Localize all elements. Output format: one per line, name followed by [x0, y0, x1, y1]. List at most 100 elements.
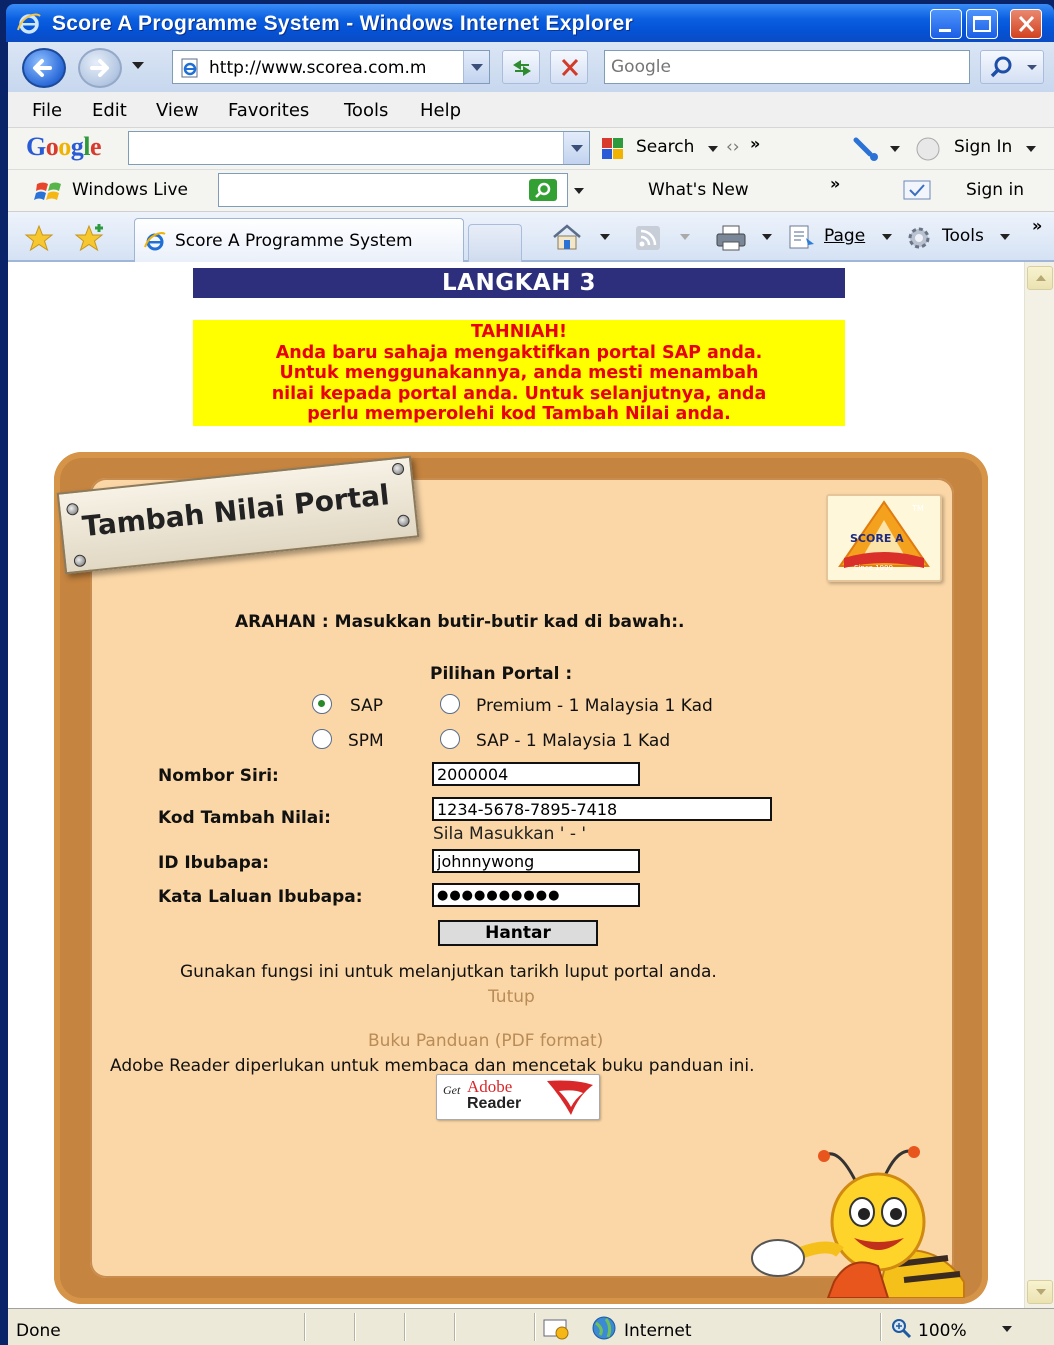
window-title: Score A Programme System - Windows Inter…	[52, 12, 633, 35]
live-more-chevron[interactable]: »	[830, 174, 840, 193]
close-link[interactable]: Tutup	[488, 987, 535, 1007]
congrats-line-1: TAHNIAH!	[470, 322, 568, 342]
browser-window: Score A Programme System - Windows Inter…	[0, 0, 1054, 1345]
stop-button[interactable]	[550, 50, 588, 84]
browser-chrome: http://www.scorea.com.m File Edit View F…	[8, 42, 1054, 262]
forward-button[interactable]	[78, 48, 122, 88]
page-icon	[181, 58, 198, 78]
protected-mode-icon[interactable]	[542, 1317, 572, 1341]
scroll-down-button[interactable]	[1027, 1280, 1053, 1304]
status-separator	[454, 1313, 455, 1341]
google-sign-in-caret[interactable]	[1026, 146, 1036, 152]
minimize-button[interactable]	[930, 9, 962, 39]
menu-view[interactable]: View	[156, 100, 199, 121]
google-search-box[interactable]	[128, 131, 590, 165]
google-more-chevron[interactable]: »	[750, 134, 760, 153]
maximize-icon	[973, 16, 991, 32]
add-favorites-icon[interactable]	[74, 224, 106, 252]
page-viewport: LANGKAH 3 TAHNIAH! Anda baru sahaja meng…	[8, 262, 1054, 1308]
search-go-button[interactable]	[980, 50, 1044, 84]
radio-sap-1malaysia[interactable]	[440, 729, 460, 749]
status-separator	[880, 1313, 881, 1341]
radio-sap-1malaysia-label[interactable]: SAP - 1 Malaysia 1 Kad	[476, 731, 670, 751]
live-search-caret[interactable]	[574, 188, 584, 194]
windows-live-toolbar: Windows Live What's New » Sign in	[8, 170, 1054, 212]
menu-help[interactable]: Help	[420, 100, 461, 121]
parent-id-label: ID Ibubapa:	[158, 853, 270, 873]
title-bar: Score A Programme System - Windows Inter…	[6, 4, 1054, 42]
code-label: Kod Tambah Nilai:	[158, 808, 331, 828]
web-search-box[interactable]	[604, 50, 970, 84]
google-search-caret[interactable]	[708, 146, 718, 152]
favorites-star-icon[interactable]	[24, 224, 54, 252]
radio-premium-1malaysia[interactable]	[440, 694, 460, 714]
screw-icon	[396, 514, 411, 528]
live-checkbox-icon[interactable]	[902, 178, 934, 204]
maximize-button[interactable]	[966, 9, 998, 39]
google-sign-in[interactable]: Sign In	[954, 137, 1012, 157]
print-icon[interactable]	[714, 224, 748, 252]
whats-new-link[interactable]: What's New	[648, 180, 749, 200]
radio-sap-label[interactable]: SAP	[350, 696, 383, 716]
portal-choice-label: Pilihan Portal :	[430, 664, 573, 684]
new-tab-button[interactable]	[468, 224, 522, 262]
tools-menu[interactable]: Tools	[942, 226, 984, 246]
get-adobe-reader-button[interactable]: Get Adobe Reader	[436, 1074, 600, 1120]
print-caret[interactable]	[762, 234, 772, 240]
wrench-icon[interactable]	[850, 134, 884, 162]
back-button[interactable]	[22, 48, 66, 88]
congratulations-notice: TAHNIAH! Anda baru sahaja mengaktifkan p…	[193, 320, 845, 426]
parent-id-input[interactable]	[432, 849, 640, 873]
refresh-button[interactable]	[502, 50, 540, 84]
manual-pdf-link[interactable]: Buku Panduan (PDF format)	[368, 1031, 603, 1051]
google-search-dropdown[interactable]	[563, 132, 589, 164]
feeds-caret[interactable]	[680, 234, 690, 240]
tab-label: Score A Programme System	[175, 231, 413, 251]
parent-password-input[interactable]	[432, 883, 640, 907]
topup-code-input[interactable]	[432, 797, 772, 821]
menu-tools[interactable]: Tools	[344, 100, 388, 121]
vertical-scrollbar[interactable]	[1024, 262, 1054, 1308]
zoom-caret[interactable]	[1002, 1326, 1012, 1332]
congrats-line-2: Anda baru sahaja mengaktifkan portal SAP…	[275, 342, 763, 363]
google-search-label[interactable]: Search	[636, 137, 694, 157]
zoom-icon	[892, 1319, 912, 1339]
radio-spm[interactable]	[312, 729, 332, 749]
menu-edit[interactable]: Edit	[92, 100, 127, 121]
windows-live-label: Windows Live	[72, 180, 189, 200]
live-sign-in[interactable]: Sign in	[966, 180, 1024, 200]
serial-label: Nombor Siri:	[158, 766, 279, 786]
ie-logo-icon	[17, 13, 41, 34]
radio-sap[interactable]	[312, 694, 332, 714]
parent-password-label: Kata Laluan Ibubapa:	[158, 887, 363, 907]
web-search-input[interactable]	[605, 51, 969, 83]
live-search-box[interactable]	[218, 173, 568, 207]
tools-menu-caret[interactable]	[1000, 234, 1010, 240]
url-text[interactable]: http://www.scorea.com.m	[209, 58, 426, 78]
wrench-caret[interactable]	[890, 146, 900, 152]
status-separator	[404, 1313, 405, 1341]
radio-premium-label[interactable]: Premium - 1 Malaysia 1 Kad	[476, 696, 713, 716]
history-dropdown[interactable]	[132, 62, 144, 69]
plaque-title: Tambah Nilai Portal	[80, 478, 391, 544]
page-menu-caret[interactable]	[882, 234, 892, 240]
radio-spm-label[interactable]: SPM	[348, 731, 384, 751]
live-search-icon[interactable]	[528, 177, 558, 203]
serial-number-input[interactable]	[432, 762, 640, 786]
menu-favorites[interactable]: Favorites	[228, 100, 309, 121]
menu-file[interactable]: File	[32, 100, 62, 121]
adobe-get-text: Get	[443, 1083, 461, 1097]
tab-score-a[interactable]: Score A Programme System	[134, 218, 464, 262]
page-menu[interactable]: Page	[824, 226, 865, 246]
feeds-icon[interactable]	[634, 224, 664, 252]
zoom-level[interactable]: 100%	[918, 1321, 967, 1341]
address-dropdown-button[interactable]	[463, 51, 489, 83]
close-window-button[interactable]	[1010, 9, 1042, 39]
address-bar[interactable]: http://www.scorea.com.m	[172, 50, 490, 84]
home-icon[interactable]	[550, 222, 584, 252]
home-caret[interactable]	[600, 234, 610, 240]
submit-button[interactable]: Hantar	[438, 920, 598, 946]
scroll-up-button[interactable]	[1027, 266, 1053, 290]
command-more-chevron[interactable]: »	[1032, 216, 1042, 235]
status-bar: Done Internet 100%	[8, 1308, 1054, 1345]
